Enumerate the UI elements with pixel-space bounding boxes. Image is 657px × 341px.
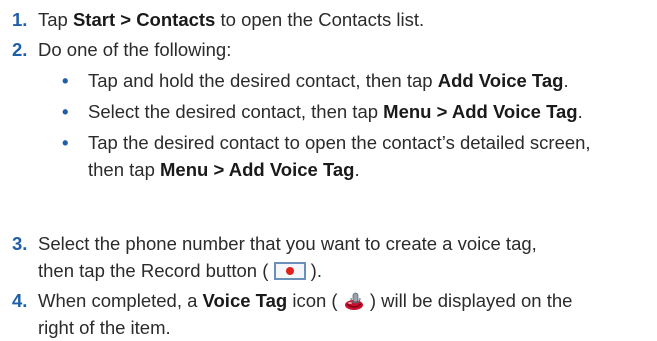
text: right of the item.: [38, 317, 171, 338]
bullet-text: Tap and hold the desired contact, then t…: [88, 67, 651, 94]
step-number: 3.: [12, 233, 28, 254]
step-line-1: When completed, a Voice Tag icon ( ) wil…: [38, 287, 651, 314]
bold-text: Voice Tag: [202, 290, 288, 311]
step-1: 1. Tap Start > Contacts to open the Cont…: [12, 6, 651, 33]
text: then tap the Record button (: [38, 260, 269, 281]
step-text: Tap Start > Contacts to open the Contact…: [38, 6, 651, 33]
bold-text: Menu > Add Voice Tag: [160, 159, 355, 180]
text: Select the phone number that you want to…: [38, 233, 537, 254]
step-number: 2.: [12, 39, 28, 60]
step-text: When completed, a Voice Tag icon ( ) wil…: [38, 287, 651, 341]
bold-text: Start > Contacts: [72, 9, 216, 30]
text: .: [577, 101, 583, 122]
text: Tap and hold the desired contact, then t…: [88, 70, 438, 91]
text: icon (: [287, 290, 338, 311]
text: Select the desired contact, then tap: [88, 101, 384, 122]
text: then tap: [88, 159, 161, 180]
voice-tag-icon: [344, 292, 363, 310]
step-4: 4. When completed, a Voice Tag icon ( ) …: [12, 287, 651, 341]
bullet-line-1: Tap the desired contact to open the cont…: [88, 129, 651, 156]
bold-text: Add Voice Tag: [437, 70, 564, 91]
bullet-text: Select the desired contact, then tap Men…: [88, 98, 651, 125]
step-line-2: then tap the Record button ( ).: [38, 257, 651, 284]
step-number: 1.: [12, 9, 28, 30]
option-bullet-1: • Tap and hold the desired contact, then…: [62, 67, 651, 94]
text: .: [563, 70, 569, 91]
step-number: 4.: [12, 290, 28, 311]
bullet-line-2: then tap Menu > Add Voice Tag.: [88, 156, 651, 183]
text: When completed, a: [38, 290, 203, 311]
record-button-icon: [273, 262, 306, 280]
option-bullet-3: • Tap the desired contact to open the co…: [62, 129, 651, 183]
text: to open the Contacts list.: [215, 9, 425, 30]
text: Tap: [38, 9, 73, 30]
step-line-1: Select the phone number that you want to…: [38, 230, 651, 257]
bold-text: Menu > Add Voice Tag: [383, 101, 578, 122]
bullet-text: Tap the desired contact to open the cont…: [88, 129, 651, 183]
text: ) will be displayed on the: [369, 290, 573, 311]
text: .: [354, 159, 360, 180]
bullet-marker: •: [62, 101, 69, 122]
bullet-marker: •: [62, 132, 69, 153]
text: ).: [310, 260, 322, 281]
step-text: Select the phone number that you want to…: [38, 230, 651, 284]
step-2: 2. Do one of the following:: [12, 36, 651, 63]
step-text: Do one of the following:: [38, 36, 651, 63]
text: Tap the desired contact to open the cont…: [88, 132, 591, 153]
bullet-marker: •: [62, 70, 69, 91]
option-bullet-2: • Select the desired contact, then tap M…: [62, 98, 651, 125]
text: Do one of the following:: [38, 39, 232, 60]
step-line-2: right of the item.: [38, 314, 651, 341]
step-3: 3. Select the phone number that you want…: [12, 230, 651, 284]
